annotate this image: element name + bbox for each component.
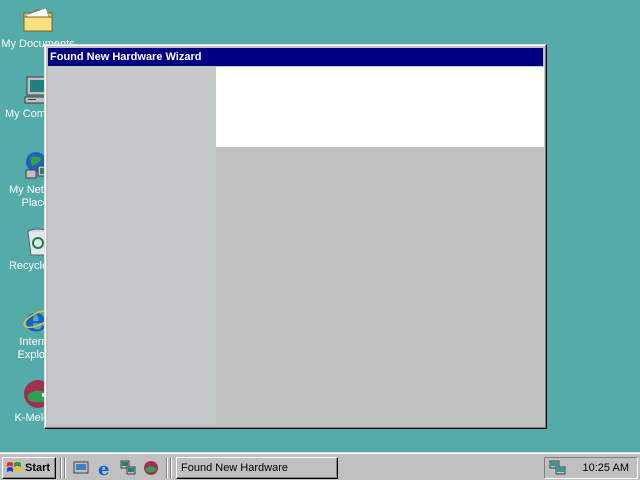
taskbar-button-label: Found New Hardware [181,462,288,474]
internet-explorer-icon[interactable]: e [96,459,114,477]
system-tray: 10:25 AM [544,457,638,479]
taskbar-separator [170,457,172,479]
svg-text:e: e [98,460,109,476]
taskbar-separator [60,457,62,479]
wizard-header-panel [216,67,544,147]
start-button[interactable]: Start [2,457,56,479]
window-title: Found New Hardware Wizard [50,51,202,63]
clock[interactable]: 10:25 AM [567,462,637,474]
start-label: Start [25,462,51,474]
taskbar: Start e Found New Hardware 10:25 AM [0,452,640,480]
wizard-side-panel [48,67,216,425]
taskbar-separator [64,457,66,479]
network-icon[interactable] [119,459,137,477]
taskbar-separator [166,457,168,479]
window-title-bar[interactable]: Found New Hardware Wizard [48,48,543,66]
taskbar-button-found-new-hardware[interactable]: Found New Hardware [176,457,338,479]
windows-logo-icon [7,462,21,472]
network-status-icon[interactable] [549,460,567,476]
k-meleon-icon[interactable] [142,459,160,477]
wizard-window: Found New Hardware Wizard [44,44,547,429]
folder-documents-icon [22,4,54,36]
show-desktop-icon[interactable] [72,459,90,477]
